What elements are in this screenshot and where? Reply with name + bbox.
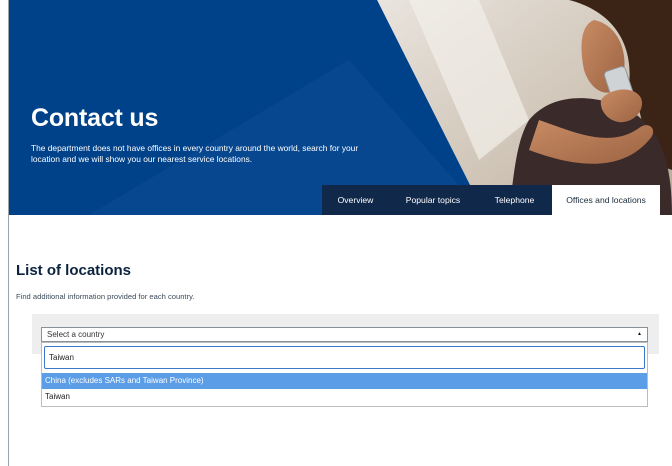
tab-telephone[interactable]: Telephone [477, 185, 552, 215]
hero-description: The department does not have offices in … [31, 143, 359, 164]
country-dropdown: China (excludes SARs and Taiwan Province… [41, 342, 648, 407]
page: Contact us The department does not have … [0, 0, 672, 466]
caret-up-icon[interactable]: ▲ [637, 328, 642, 341]
hero-banner: Contact us The department does not have … [9, 0, 672, 215]
country-select[interactable]: Select a country ▲ [41, 327, 648, 342]
page-title: Contact us [31, 104, 159, 132]
section-title: List of locations [16, 262, 132, 279]
country-select-placeholder: Select a country [47, 330, 105, 339]
tab-offices-and-locations[interactable]: Offices and locations [552, 185, 660, 215]
country-search-input[interactable] [44, 346, 645, 369]
tab-overview[interactable]: Overview [322, 185, 389, 215]
section-tabs: Overview Popular topics Telephone Office… [322, 185, 660, 215]
tab-popular-topics[interactable]: Popular topics [389, 185, 477, 215]
section-subtitle: Find additional information provided for… [16, 292, 195, 301]
country-option-taiwan[interactable]: Taiwan [42, 389, 647, 405]
country-option-china[interactable]: China (excludes SARs and Taiwan Province… [42, 373, 647, 389]
